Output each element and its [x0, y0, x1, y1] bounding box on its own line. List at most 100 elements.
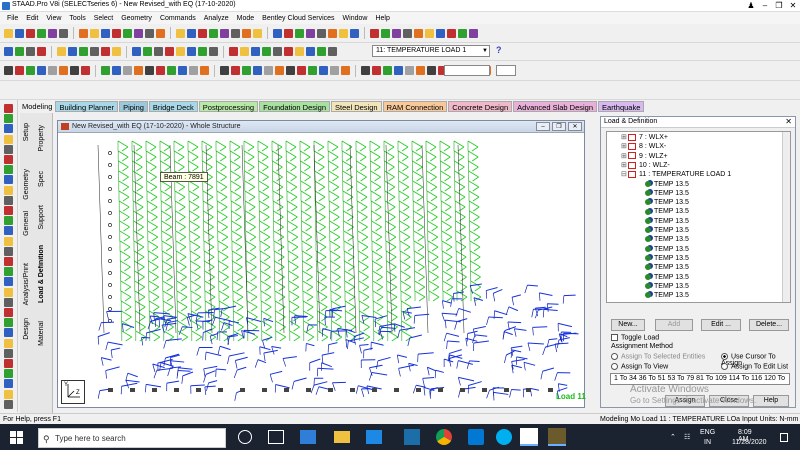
toolbar-tool-icon[interactable] [198, 47, 207, 56]
viewport-minimize-button[interactable]: – [536, 122, 550, 131]
tab-advanced-slab-design[interactable]: Advanced Slab Design [513, 100, 598, 112]
toolbar-tool-icon[interactable] [134, 28, 143, 38]
toolbar-tool-icon[interactable] [341, 66, 350, 75]
left-tool-icon[interactable] [4, 379, 13, 389]
toolbar-tool-icon[interactable] [284, 47, 293, 56]
toolbar-tool-icon[interactable] [26, 28, 35, 38]
left-tool-icon[interactable] [4, 185, 13, 195]
left-tool-icon[interactable] [4, 318, 13, 328]
left-tool-icon[interactable] [4, 104, 13, 113]
toolbar-tool-icon[interactable] [187, 28, 196, 38]
toolbar-tool-icon[interactable] [251, 47, 260, 56]
expand-icon[interactable]: ⊟ [621, 170, 628, 179]
user-icon[interactable]: ♟ [744, 0, 758, 12]
network-icon[interactable]: ☷ [684, 433, 690, 441]
restore-button[interactable]: ❐ [772, 0, 786, 12]
left-tool-icon[interactable] [4, 195, 13, 205]
subtab-material[interactable]: Material [38, 321, 45, 346]
toolbar-tool-icon[interactable] [447, 28, 456, 38]
left-tool-icon[interactable] [4, 144, 13, 154]
left-tool-icon[interactable] [4, 328, 13, 338]
left-tool-icon[interactable] [4, 308, 13, 317]
new-button[interactable]: New... [611, 319, 645, 331]
toolbar-tool-icon[interactable] [394, 66, 403, 75]
tab-general[interactable]: General [23, 211, 30, 236]
toolbar-tool-icon[interactable] [4, 28, 13, 38]
expand-icon[interactable]: ⊞ [621, 133, 628, 142]
toolbar-tool-icon[interactable] [123, 66, 132, 75]
toolbar-tool-icon[interactable] [405, 66, 414, 75]
menu-item-mode[interactable]: Mode [233, 15, 259, 22]
left-tool-icon[interactable] [4, 155, 13, 164]
tab-ram-connection[interactable]: RAM Connection [382, 100, 448, 112]
toolbar-tool-icon[interactable] [229, 47, 238, 56]
left-tool-icon[interactable] [4, 216, 13, 226]
left-tool-icon[interactable] [4, 287, 13, 297]
store-icon[interactable] [468, 429, 484, 445]
menu-item-help[interactable]: Help [371, 15, 393, 22]
tray-lang[interactable]: ENG [700, 429, 715, 436]
toolbar-tool-icon[interactable] [370, 28, 379, 38]
left-tool-icon[interactable] [4, 124, 13, 134]
toolbar-tool-icon[interactable] [231, 66, 240, 75]
left-tool-icon[interactable] [4, 175, 13, 185]
toolbar-tool-icon[interactable] [37, 66, 46, 75]
toolbar-tool-icon[interactable] [57, 47, 66, 56]
subtab-spec[interactable]: Spec [38, 171, 45, 187]
left-tool-icon[interactable] [4, 399, 13, 409]
tray-date[interactable]: 11/28/2020 [732, 439, 767, 446]
left-tool-icon[interactable] [4, 206, 13, 215]
tree-row[interactable]: TEMP 13.5 [645, 217, 689, 226]
toolbar-field-2[interactable] [496, 65, 516, 76]
tree-row[interactable]: TEMP 13.5 [645, 245, 689, 254]
tree-row[interactable]: TEMP 13.5 [645, 254, 689, 263]
toolbar-tool-icon[interactable] [242, 28, 251, 38]
tree-row[interactable]: TEMP 13.5 [645, 207, 689, 216]
tree-row[interactable]: TEMP 13.5 [645, 198, 689, 207]
app-icon[interactable] [404, 429, 420, 445]
subtab-load-definition[interactable]: Load & Definition [38, 245, 45, 303]
toolbar-tool-icon[interactable] [4, 47, 13, 56]
toolbar-tool-icon[interactable] [306, 28, 315, 38]
file-explorer-icon[interactable] [334, 431, 350, 443]
left-tool-icon[interactable] [4, 338, 13, 348]
toolbar-tool-icon[interactable] [145, 28, 154, 38]
toolbar-tool-icon[interactable] [176, 47, 185, 56]
toolbar-tool-icon[interactable] [372, 66, 381, 75]
left-tool-icon[interactable] [4, 257, 13, 266]
tree-row[interactable]: TEMP 13.5 [645, 226, 689, 235]
subtab-support[interactable]: Support [38, 205, 45, 230]
menu-item-geometry[interactable]: Geometry [117, 15, 156, 22]
toolbar-tool-icon[interactable] [392, 28, 401, 38]
edit-button[interactable]: Edit ... [701, 319, 741, 331]
toolbar-tool-icon[interactable] [189, 66, 198, 75]
toolbar-tool-icon[interactable] [165, 47, 174, 56]
help-button[interactable]: Help [753, 395, 789, 407]
toolbar-tool-icon[interactable] [253, 66, 262, 75]
structure-model-canvas[interactable] [58, 133, 584, 407]
toolbar-tool-icon[interactable] [220, 66, 229, 75]
toolbar-tool-icon[interactable] [328, 28, 337, 38]
toolbar-tool-icon[interactable] [81, 66, 90, 75]
left-tool-icon[interactable] [4, 389, 13, 399]
tree-row[interactable]: TEMP 13.5 [645, 189, 689, 198]
toolbar-tool-icon[interactable] [101, 47, 110, 56]
toolbar-tool-icon[interactable] [425, 28, 434, 38]
toolbar-tool-icon[interactable] [37, 47, 46, 56]
toolbar-tool-icon[interactable] [209, 28, 218, 38]
toolbar-tool-icon[interactable] [145, 66, 154, 75]
menu-item-analyze[interactable]: Analyze [200, 15, 233, 22]
close-button[interactable]: ✕ [786, 0, 800, 12]
toolbar-tool-icon[interactable] [273, 28, 282, 38]
tree-row[interactable]: ⊞ 7 : WLX+ [621, 133, 668, 142]
assign-edit-list-radio[interactable]: Assign To Edit List [721, 363, 788, 370]
tray-chevron-icon[interactable]: ⌃ [670, 433, 676, 441]
left-tool-icon[interactable] [4, 369, 13, 379]
toolbar-tool-icon[interactable] [48, 66, 57, 75]
assign-selected-radio[interactable]: Assign To Selected Entities [611, 353, 705, 360]
toolbar-tool-icon[interactable] [200, 66, 209, 75]
viewport-close-button[interactable]: ✕ [568, 122, 582, 131]
tab-building-planner[interactable]: Building Planner [55, 100, 119, 112]
menu-item-bentley-cloud-services[interactable]: Bentley Cloud Services [258, 15, 338, 22]
tree-row[interactable]: ⊟ 11 : TEMPERATURE LOAD 1 [621, 170, 731, 179]
